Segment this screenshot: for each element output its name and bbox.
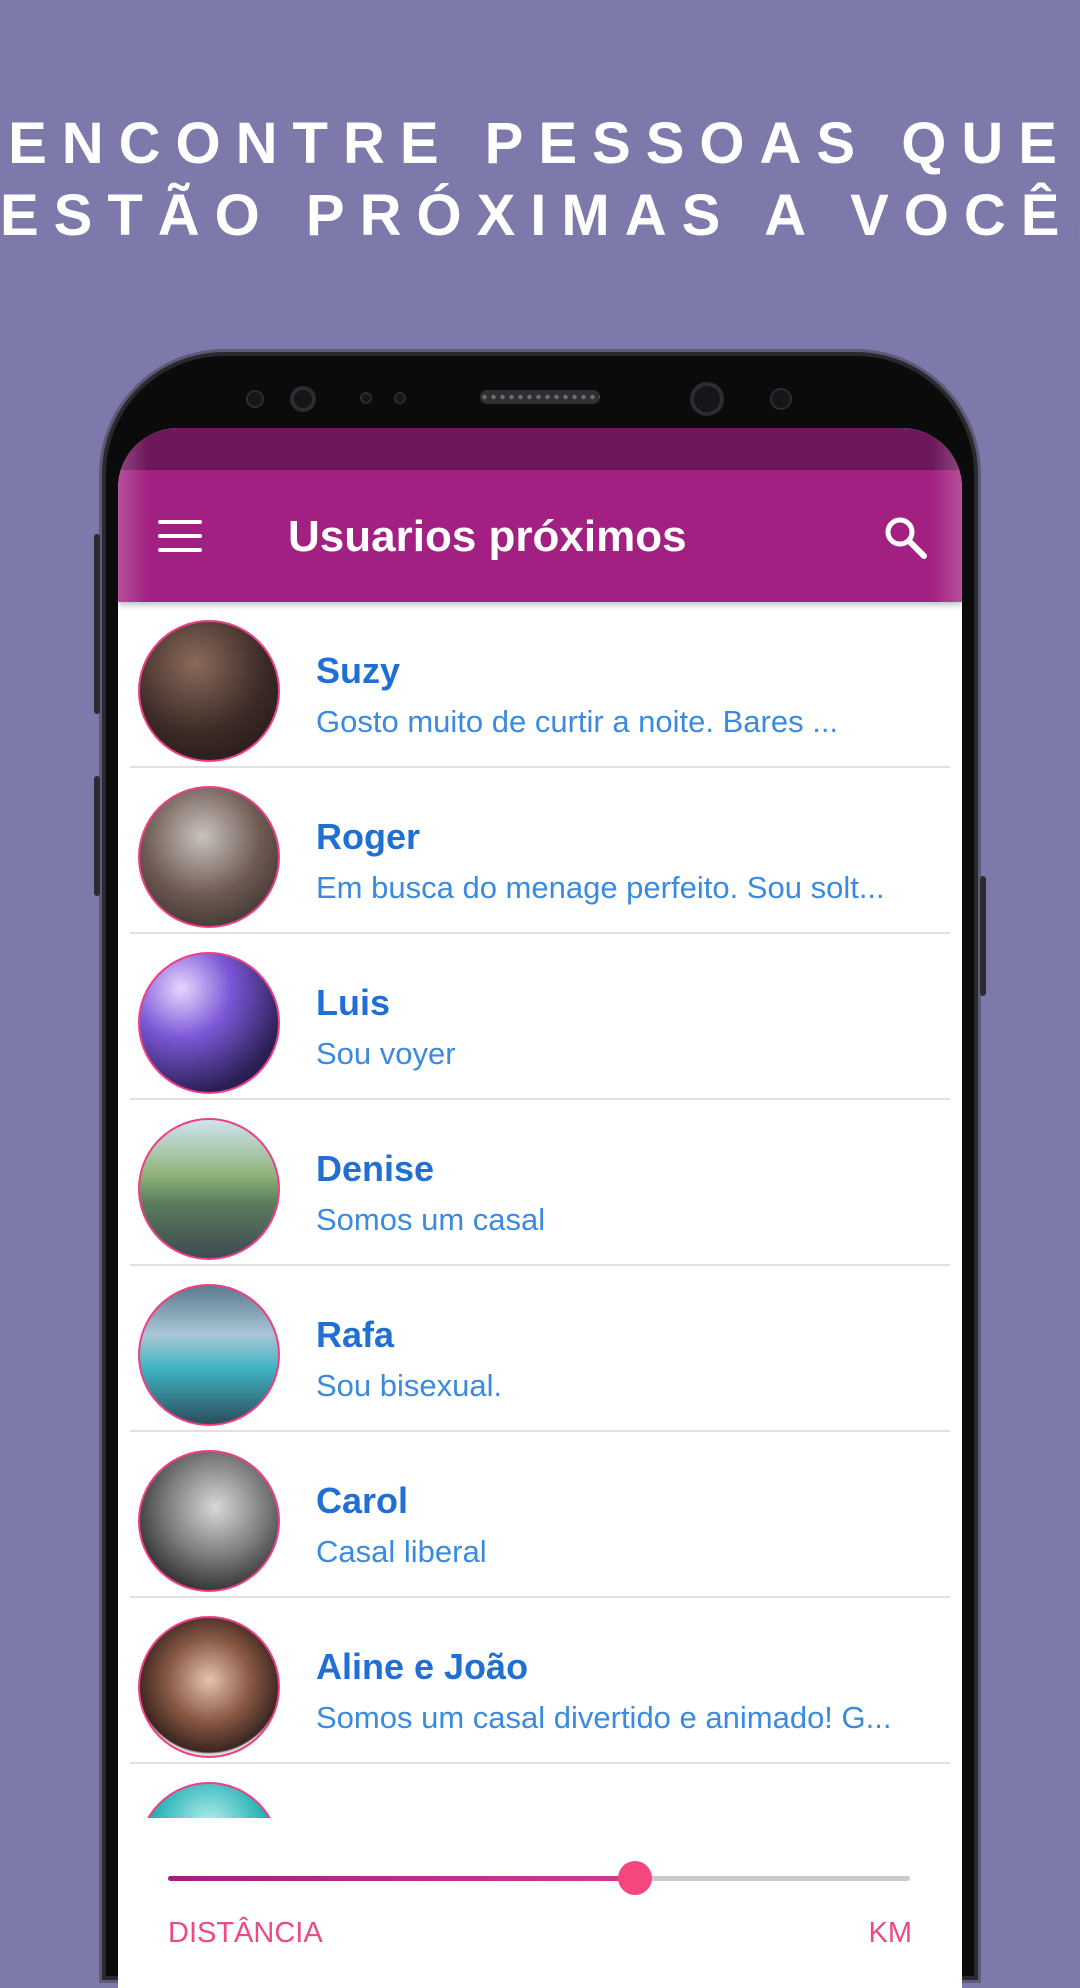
list-item[interactable]: Denise Somos um casal (118, 1100, 962, 1266)
distance-slider-thumb[interactable] (618, 1861, 653, 1895)
distance-label: DISTÂNCIA (168, 1917, 323, 1949)
app-title: Usuarios próximos (288, 512, 687, 561)
phone-side-button-right (980, 876, 986, 996)
list-item[interactable]: Rafa Sou bisexual. (118, 1266, 962, 1432)
user-name: Suzy (316, 650, 401, 691)
sensor-dot-icon (394, 392, 406, 404)
user-name: Luis (316, 982, 391, 1023)
phone-frame: Usuarios próximos Suzy Gosto muito de cu… (94, 356, 986, 1988)
iris-scanner-icon (290, 386, 316, 412)
distance-filter-panel: DISTÂNCIA KM (118, 1818, 962, 1988)
list-item[interactable]: Suzy Gosto muito de curtir a noite. Bare… (118, 602, 962, 768)
avatar (138, 1284, 280, 1426)
avatar (138, 1450, 280, 1592)
avatar (138, 1616, 280, 1758)
user-description: Casal liberal (316, 1534, 487, 1569)
headline-line-2: ESTÃO PRÓXIMAS A VOCÊ! (0, 183, 1080, 248)
list-item[interactable]: Luis Sou voyer (118, 934, 962, 1100)
user-description: Sou voyer (316, 1036, 456, 1071)
front-camera-icon (690, 382, 724, 416)
avatar (138, 620, 280, 762)
sensor-dot-icon (360, 392, 372, 404)
distance-slider-fill (168, 1876, 636, 1881)
list-item[interactable]: Carol Casal liberal (118, 1432, 962, 1598)
avatar (138, 786, 280, 928)
list-item[interactable]: Aline e João Somos um casal divertido e … (118, 1598, 962, 1764)
user-description: Somos um casal (316, 1202, 546, 1237)
km-label: KM (868, 1917, 913, 1949)
avatar (138, 952, 280, 1094)
user-name: Aline e João (316, 1646, 529, 1687)
user-description: Sou bisexual. (316, 1368, 503, 1403)
user-description: Em busca do menage perfeito. Sou solt... (316, 870, 885, 905)
earpiece-speaker (480, 390, 600, 404)
avatar (138, 1118, 280, 1260)
user-name: Carol (316, 1480, 409, 1521)
screen-edge-glare (932, 428, 962, 602)
user-name: Denise (316, 1148, 435, 1189)
screen-edge-glare (118, 428, 148, 602)
app-bar: Usuarios próximos (118, 470, 962, 602)
headline-line-1: ENCONTRE PESSOAS QUE (8, 111, 1072, 176)
users-list: Suzy Gosto muito de curtir a noite. Bare… (118, 602, 962, 1930)
phone-side-button-left-2 (94, 776, 100, 896)
phone-screen: Usuarios próximos Suzy Gosto muito de cu… (118, 428, 962, 1988)
user-name: Roger (316, 816, 421, 857)
user-name: Rafa (316, 1314, 395, 1355)
proximity-sensor-icon (246, 390, 264, 408)
menu-icon[interactable] (158, 520, 202, 552)
promo-headline: ENCONTRE PESSOAS QUE ESTÃO PRÓXIMAS A VO… (0, 108, 1080, 252)
phone-side-button-left-1 (94, 534, 100, 714)
ambient-sensor-icon (770, 388, 792, 410)
list-item[interactable]: Roger Em busca do menage perfeito. Sou s… (118, 768, 962, 934)
status-bar (118, 428, 962, 470)
user-description: Somos um casal divertido e animado! G... (316, 1700, 892, 1735)
search-icon[interactable] (882, 514, 928, 560)
user-description: Gosto muito de curtir a noite. Bares ... (316, 704, 839, 739)
distance-slider-track[interactable] (168, 1876, 910, 1881)
